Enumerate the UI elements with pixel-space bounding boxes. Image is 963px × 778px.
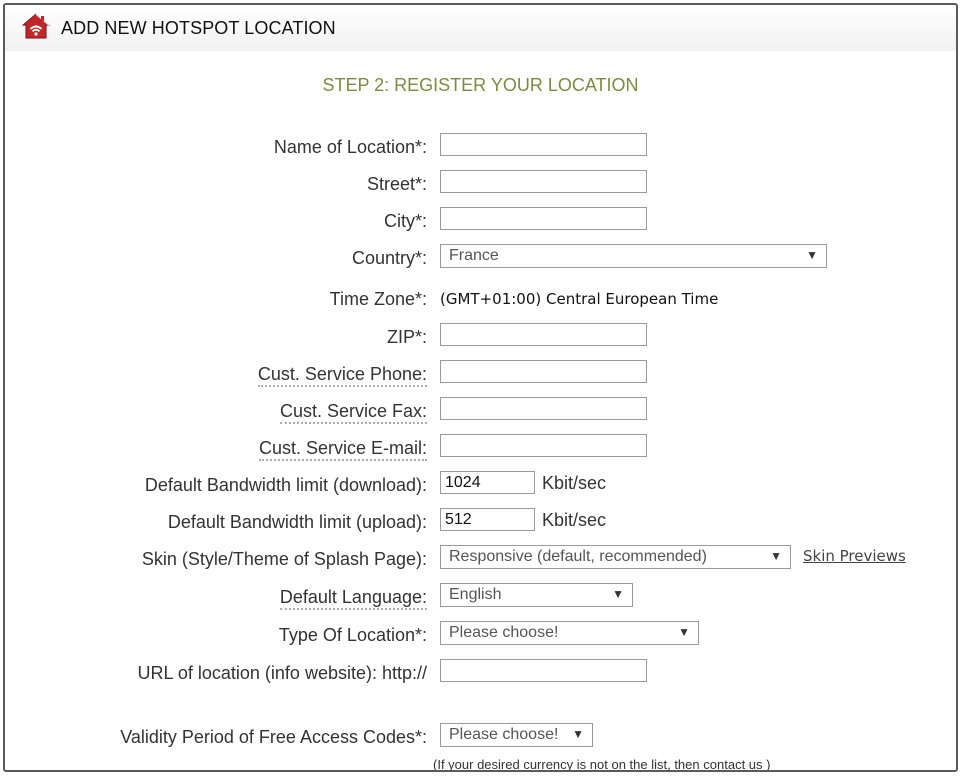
default-language-label: Default Language: — [279, 587, 427, 610]
row-bandwidth-upload: Default Bandwidth limit (upload): Kbit/s… — [5, 508, 956, 536]
city-input[interactable] — [440, 207, 647, 230]
skin-previews-link[interactable]: Skin Previews — [803, 547, 906, 565]
chevron-down-icon: ▼ — [678, 625, 690, 639]
footnote-suffix: ) — [766, 757, 771, 772]
footnote-text: (If your desired currency is not on the … — [433, 757, 700, 772]
bandwidth-upload-unit: Kbit/sec — [542, 510, 607, 530]
chevron-down-icon: ▼ — [572, 727, 584, 741]
row-default-language: Default Language: English ▼ — [5, 583, 956, 611]
country-select[interactable]: France ▼ — [440, 244, 827, 268]
row-time-zone: Time Zone*: (GMT+01:00) Central European… — [5, 285, 956, 313]
skin-label: Skin (Style/Theme of Splash Page): — [141, 549, 427, 569]
row-skin: Skin (Style/Theme of Splash Page): Respo… — [5, 545, 956, 573]
name-of-location-input[interactable] — [440, 133, 647, 156]
country-select-value: France — [449, 247, 499, 264]
currency-footnote: (If your desired currency is not on the … — [433, 757, 771, 772]
bandwidth-download-input[interactable] — [440, 471, 535, 494]
cust-service-fax-label: Cust. Service Fax: — [279, 401, 427, 424]
street-label: Street*: — [366, 174, 427, 194]
street-input[interactable] — [440, 170, 647, 193]
skin-select[interactable]: Responsive (default, recommended) ▼ — [440, 545, 791, 569]
validity-period-label: Validity Period of Free Access Codes*: — [120, 727, 427, 747]
row-country: Country*: France ▼ — [5, 244, 956, 272]
cust-service-email-label: Cust. Service E-mail: — [258, 438, 427, 461]
row-name-of-location: Name of Location*: — [5, 133, 956, 161]
row-street: Street*: — [5, 170, 956, 198]
city-label: City*: — [383, 211, 427, 231]
url-input[interactable] — [440, 659, 647, 682]
chevron-down-icon: ▼ — [612, 587, 624, 601]
cust-service-email-input[interactable] — [440, 434, 647, 457]
cust-service-fax-input[interactable] — [440, 397, 647, 420]
country-label: Country*: — [351, 248, 427, 268]
validity-period-value: Please choose! — [449, 726, 559, 743]
page-title: ADD NEW HOTSPOT LOCATION — [61, 18, 336, 38]
cust-service-phone-label: Cust. Service Phone: — [257, 364, 427, 387]
row-url: URL of location (info website): http:// — [5, 659, 956, 687]
type-of-location-value: Please choose! — [449, 624, 559, 641]
bandwidth-download-label: Default Bandwidth limit (download): — [144, 475, 427, 495]
bandwidth-upload-label: Default Bandwidth limit (upload): — [167, 512, 427, 532]
row-cust-service-fax: Cust. Service Fax: — [5, 397, 956, 425]
url-label: URL of location (info website): http:// — [137, 663, 427, 683]
bandwidth-upload-input[interactable] — [440, 508, 535, 531]
bandwidth-download-unit: Kbit/sec — [542, 473, 607, 493]
dialog-frame: ADD NEW HOTSPOT LOCATION STEP 2: REGISTE… — [3, 3, 958, 772]
row-validity-period: Validity Period of Free Access Codes*: P… — [5, 723, 956, 751]
zip-label: ZIP*: — [386, 327, 427, 347]
time-zone-value: (GMT+01:00) Central European Time — [440, 290, 719, 308]
default-language-value: English — [449, 586, 502, 603]
type-of-location-select[interactable]: Please choose! ▼ — [440, 621, 699, 645]
type-of-location-label: Type Of Location*: — [278, 625, 427, 645]
row-type-of-location: Type Of Location*: Please choose! ▼ — [5, 621, 956, 649]
chevron-down-icon: ▼ — [770, 549, 782, 563]
name-of-location-label: Name of Location*: — [273, 137, 427, 157]
cust-service-phone-input[interactable] — [440, 360, 647, 383]
skin-select-value: Responsive (default, recommended) — [449, 548, 707, 565]
validity-period-select[interactable]: Please choose! ▼ — [440, 723, 593, 747]
time-zone-label: Time Zone*: — [329, 289, 427, 309]
header-bar: ADD NEW HOTSPOT LOCATION — [5, 5, 956, 51]
default-language-select[interactable]: English ▼ — [440, 583, 633, 607]
home-wifi-icon — [22, 13, 50, 39]
row-cust-service-phone: Cust. Service Phone: — [5, 360, 956, 388]
contact-us-link[interactable]: contact us — [703, 757, 762, 770]
step-title: STEP 2: REGISTER YOUR LOCATION — [322, 75, 639, 95]
row-cust-service-email: Cust. Service E-mail: — [5, 434, 956, 462]
row-bandwidth-download: Default Bandwidth limit (download): Kbit… — [5, 471, 956, 499]
chevron-down-icon: ▼ — [806, 248, 818, 262]
zip-input[interactable] — [440, 323, 647, 346]
row-zip: ZIP*: — [5, 323, 956, 351]
row-city: City*: — [5, 207, 956, 235]
